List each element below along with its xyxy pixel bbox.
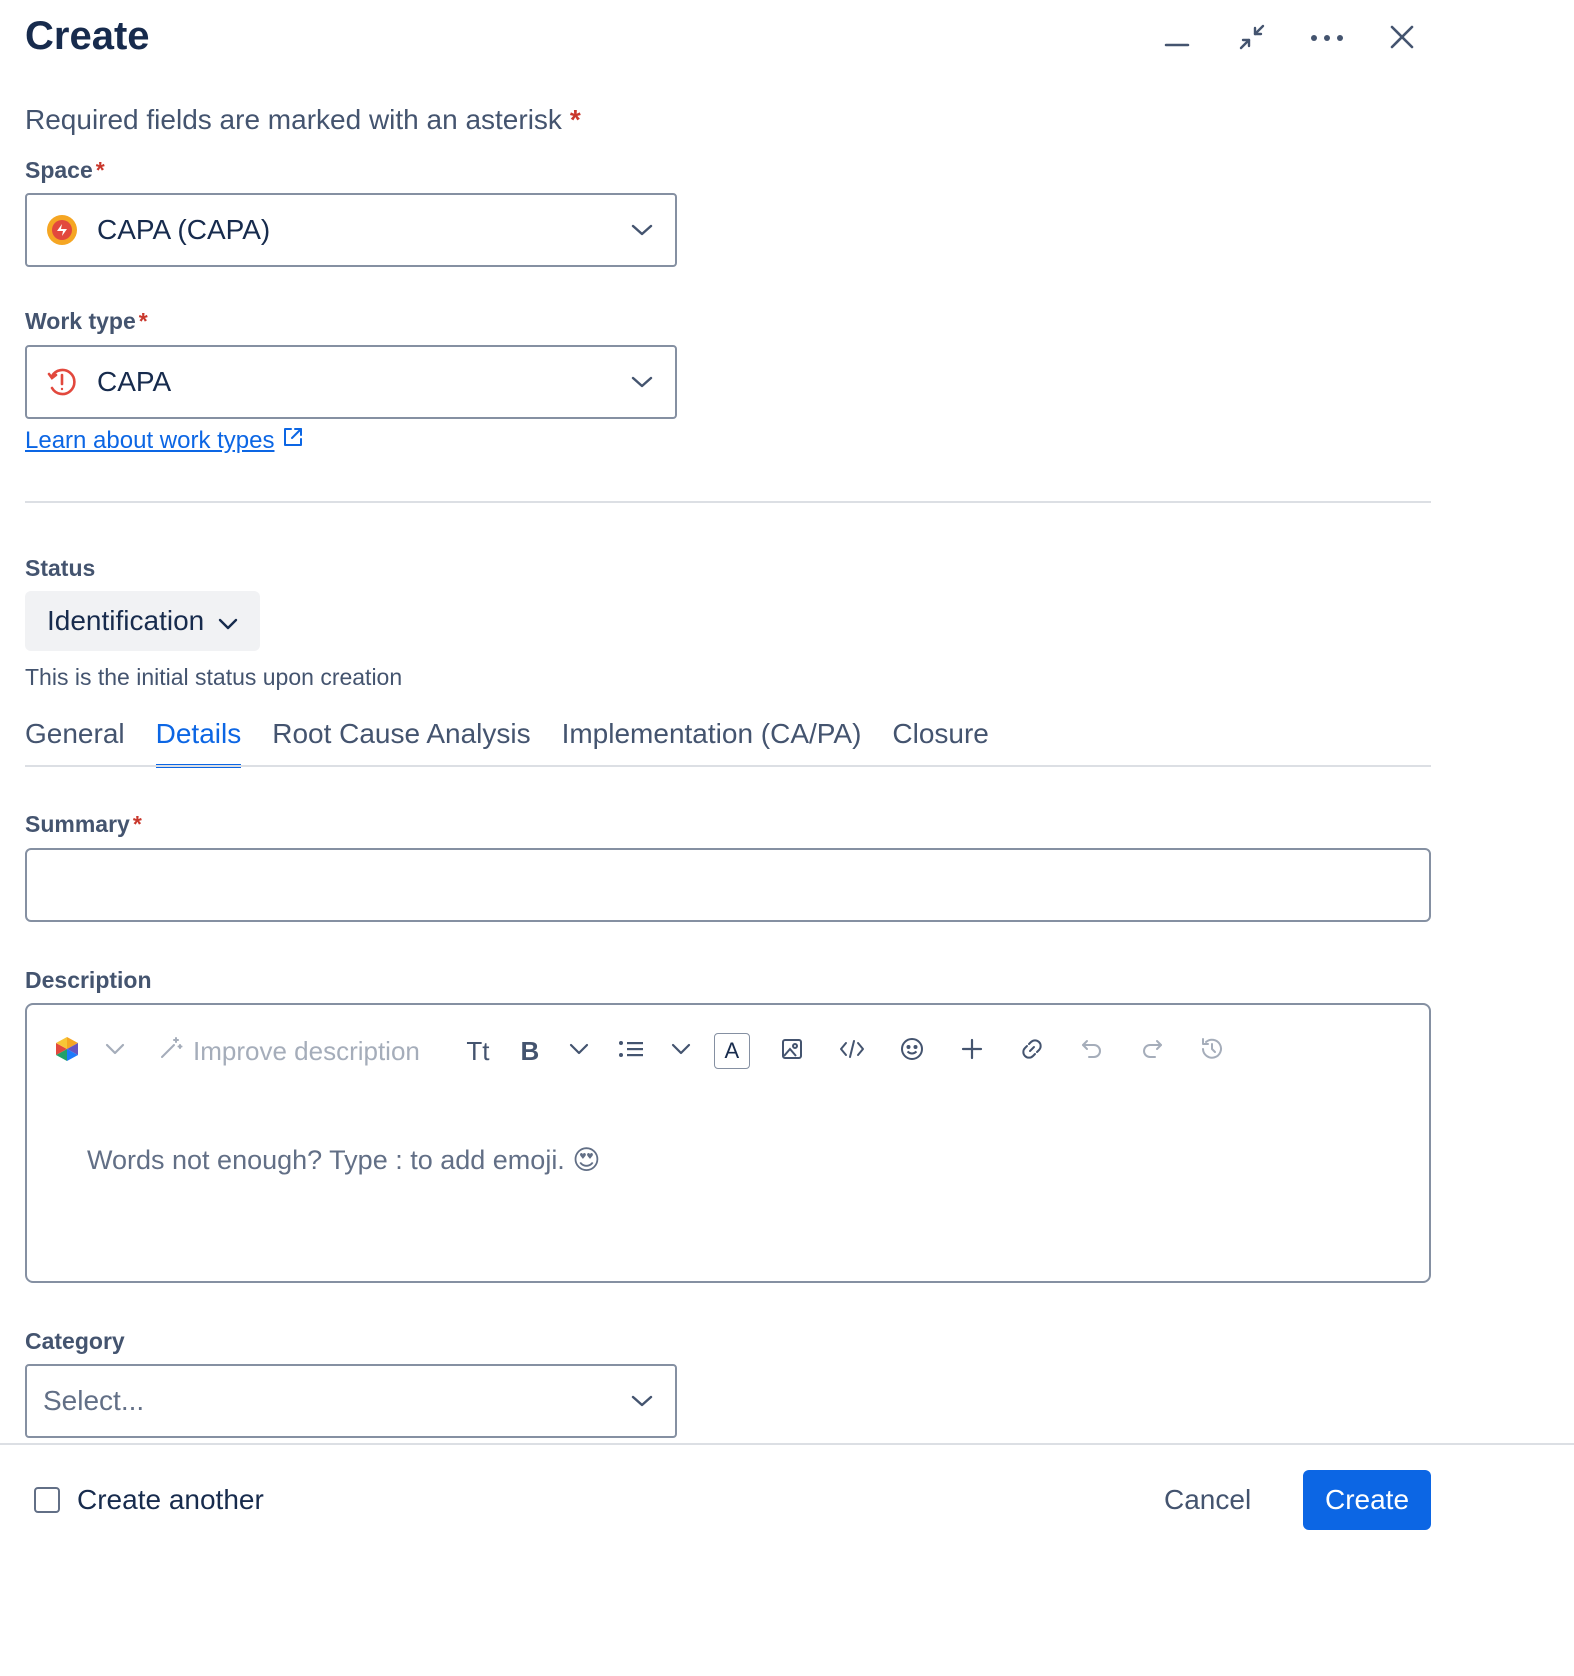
chevron-down-icon: [629, 369, 655, 395]
category-placeholder: Select...: [43, 1385, 145, 1416]
bullet-list-icon: [618, 1039, 644, 1064]
text-style-button[interactable]: Tt: [452, 1029, 504, 1073]
footer-divider: [0, 1443, 1574, 1445]
required-asterisk: *: [569, 104, 581, 135]
emoji-icon: [900, 1037, 924, 1066]
status-dropdown[interactable]: Identification: [25, 591, 261, 651]
close-button[interactable]: [1377, 14, 1427, 64]
space-value: CAPA (CAPA): [97, 214, 271, 245]
section-divider: [25, 501, 1431, 503]
chevron-down-icon: [629, 217, 655, 243]
space-icon: [45, 213, 79, 247]
link-button[interactable]: [1002, 1029, 1062, 1073]
undo-button[interactable]: [1062, 1029, 1122, 1073]
minimize-icon: [1163, 23, 1191, 56]
text-color-icon: A: [713, 1033, 750, 1069]
cancel-button[interactable]: Cancel: [1148, 1470, 1267, 1530]
ai-button[interactable]: [47, 1029, 87, 1073]
undo-icon: [1080, 1038, 1104, 1065]
external-link-icon: [282, 426, 304, 455]
work-type-required-star: *: [138, 308, 148, 334]
chevron-down-icon: [569, 1042, 589, 1060]
chevron-down-icon: [105, 1042, 125, 1060]
chevron-down-icon: [671, 1042, 691, 1060]
plus-icon: [961, 1038, 983, 1065]
text-color-button[interactable]: A: [702, 1029, 762, 1073]
space-select[interactable]: CAPA (CAPA): [25, 193, 677, 267]
emoji-button[interactable]: [882, 1029, 942, 1073]
summary-input[interactable]: [25, 848, 1431, 922]
space-label-text: Space: [25, 157, 93, 183]
bullet-list-button[interactable]: [602, 1029, 660, 1073]
insert-button[interactable]: [942, 1029, 1002, 1073]
tab-bar: General Details Root Cause Analysis Impl…: [25, 718, 1020, 768]
tab-implementation[interactable]: Implementation (CA/PA): [562, 718, 862, 768]
tab-closure[interactable]: Closure: [892, 718, 988, 768]
tab-general[interactable]: General: [25, 718, 125, 768]
chevron-down-icon: [218, 605, 238, 637]
dialog-title: Create: [25, 14, 150, 58]
history-icon: [1199, 1036, 1225, 1067]
editor-toolbar: Improve description Tt B A: [47, 1029, 1242, 1073]
image-button[interactable]: [762, 1029, 822, 1073]
redo-button[interactable]: [1122, 1029, 1182, 1073]
summary-label: Summary *: [25, 811, 142, 838]
space-required-star: *: [95, 157, 105, 183]
create-another-checkbox[interactable]: [34, 1487, 60, 1513]
minimize-button[interactable]: [1152, 14, 1202, 64]
status-value: Identification: [47, 605, 205, 636]
work-type-label: Work type *: [25, 308, 148, 335]
chevron-down-icon: [629, 1388, 655, 1414]
tab-details[interactable]: Details: [155, 718, 242, 768]
summary-required-star: *: [132, 811, 142, 837]
required-fields-note: Required fields are marked with an aster…: [25, 104, 581, 136]
create-another-label[interactable]: Create another: [77, 1484, 264, 1516]
description-placeholder: Words not enough? Type : to add emoji. 😍: [87, 1145, 601, 1175]
collapse-button[interactable]: [1227, 14, 1277, 64]
summary-label-text: Summary: [25, 811, 130, 837]
work-type-select[interactable]: CAPA: [25, 345, 677, 419]
learn-about-work-types-link[interactable]: Learn about work types: [25, 426, 304, 455]
work-type-label-text: Work type: [25, 308, 136, 334]
collapse-icon: [1237, 22, 1267, 57]
history-button[interactable]: [1182, 1029, 1242, 1073]
magic-wand-icon: [159, 1036, 183, 1067]
description-editor[interactable]: Improve description Tt B A Words not eno…: [25, 1003, 1431, 1283]
status-helper-text: This is the initial status upon creation: [25, 664, 403, 690]
ai-logo-icon: [55, 1036, 79, 1067]
work-type-value: CAPA: [97, 366, 172, 397]
code-icon: [839, 1039, 865, 1064]
more-icon: [1310, 30, 1344, 48]
description-label: Description: [25, 967, 152, 993]
tab-divider: [25, 765, 1431, 767]
more-button[interactable]: [1302, 14, 1352, 64]
list-dropdown[interactable]: [660, 1029, 702, 1073]
required-note-text: Required fields are marked with an aster…: [25, 104, 562, 135]
create-button[interactable]: Create: [1303, 1470, 1431, 1530]
ai-options-dropdown[interactable]: [87, 1029, 143, 1073]
redo-icon: [1140, 1038, 1164, 1065]
tab-root-cause-analysis[interactable]: Root Cause Analysis: [272, 718, 530, 768]
image-icon: [781, 1038, 803, 1065]
code-button[interactable]: [822, 1029, 882, 1073]
link-icon: [1020, 1037, 1044, 1066]
improve-description-button[interactable]: Improve description: [159, 1029, 420, 1073]
category-select[interactable]: Select...: [25, 1364, 677, 1438]
formatting-dropdown[interactable]: [556, 1029, 602, 1073]
status-label: Status: [25, 555, 96, 581]
capa-alert-icon: [45, 365, 79, 399]
close-icon: [1389, 24, 1415, 55]
category-label: Category: [25, 1328, 125, 1354]
space-label: Space *: [25, 157, 105, 184]
bold-button[interactable]: B: [504, 1029, 556, 1073]
learn-link-text: Learn about work types: [25, 426, 275, 454]
improve-description-label: Improve description: [193, 1035, 420, 1066]
